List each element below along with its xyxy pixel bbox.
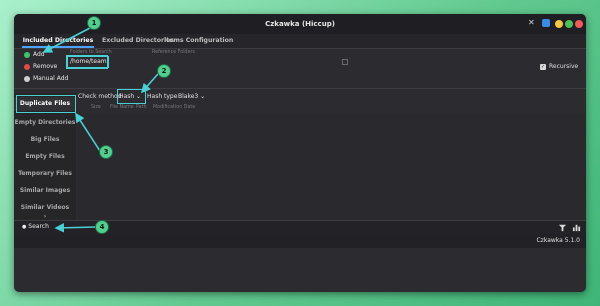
callout-arrow-2: [140, 73, 159, 94]
annotation-arrows: [42, 27, 159, 233]
callout-arrow-4: [54, 223, 97, 233]
callout-arrow-1: [42, 27, 91, 53]
callout-badge-4: 4: [95, 220, 109, 234]
callout-badge-3: 3: [99, 145, 113, 159]
callout-badge-1: 1: [87, 16, 101, 30]
callout-badge-2: 2: [157, 64, 171, 78]
callout-arrow-3: [75, 112, 101, 152]
